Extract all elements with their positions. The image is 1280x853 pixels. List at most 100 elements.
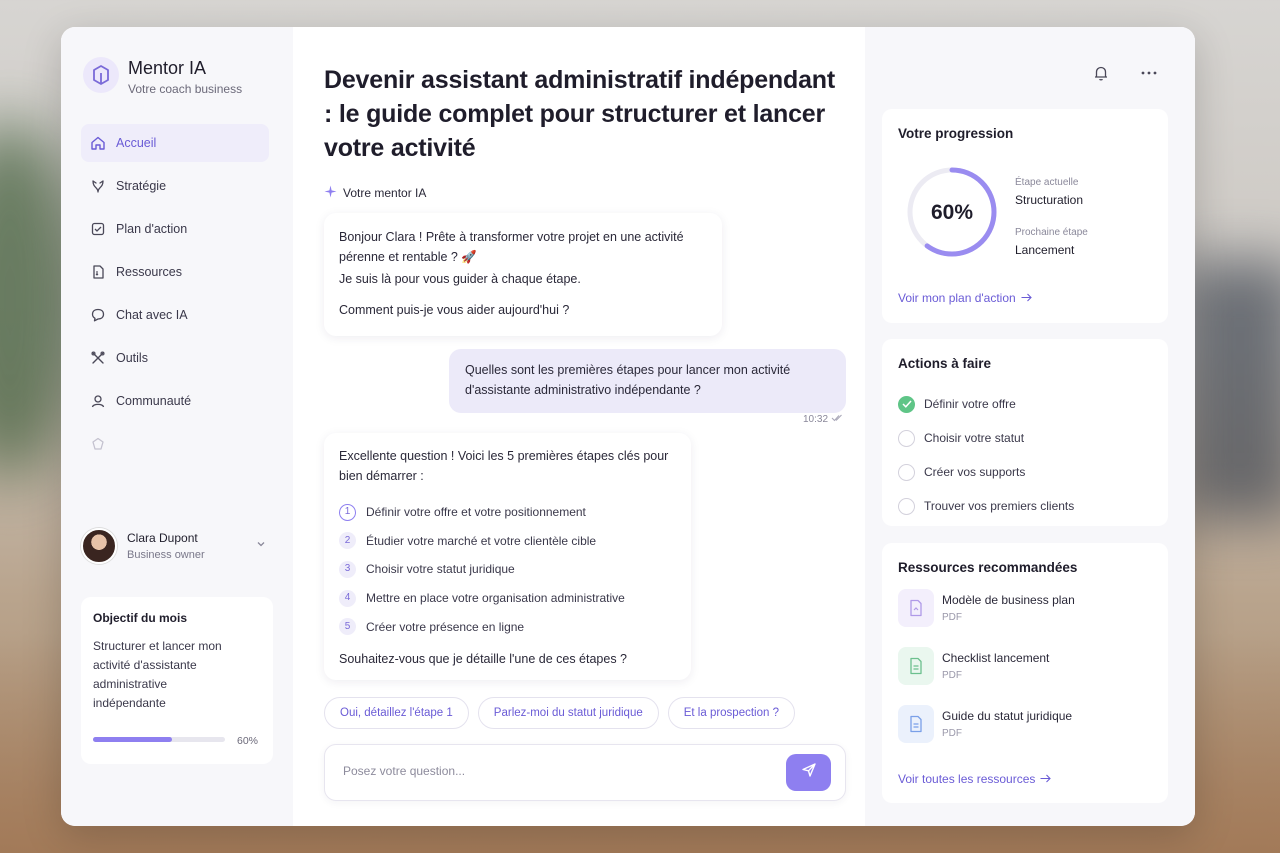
strategy-icon: [90, 178, 106, 194]
step-number: 5: [339, 618, 356, 636]
sidebar-item-label: Plan d'action: [116, 222, 188, 236]
progress-title: Votre progression: [898, 126, 1014, 141]
message-line: Bonjour Clara ! Prête à transformer votr…: [339, 230, 684, 264]
todo-text: Définir votre offre: [924, 397, 1016, 411]
list-item: 1 Définir votre offre et votre positionne…: [339, 498, 676, 527]
timestamp-text: 10:32: [803, 414, 829, 425]
sidebar-item-label: Stratégie: [116, 179, 167, 193]
sidebar-item-label: Accueil: [116, 136, 157, 150]
avatar: [81, 528, 117, 564]
answer-outro: Souhaitez-vous que je détaille l'une de …: [339, 651, 628, 666]
step-number: 1: [339, 503, 356, 521]
todo-text: Choisir votre statut: [924, 431, 1025, 445]
sidebar-item-label: Outils: [116, 351, 148, 365]
link-text: Voir mon plan d'action: [898, 291, 1016, 305]
step-text: Créer votre présence en ligne: [366, 619, 525, 634]
view-resources-link[interactable]: Voir toutes les ressources: [898, 772, 1052, 786]
link-text: Voir toutes les ressources: [898, 772, 1036, 786]
resources-card: Ressources recommandées Modèle de busine…: [882, 543, 1168, 803]
next-stage: Prochaine étape Lancement: [1015, 227, 1088, 257]
message-text: Quelles sont les premières étapes pour l…: [465, 363, 791, 397]
list-item[interactable]: Guide du statut juridique PDF: [898, 705, 1152, 763]
step-text: Mettre en place votre organisation admin…: [366, 591, 625, 606]
checkbox[interactable]: [898, 429, 915, 447]
list-item[interactable]: Checklist lancement PDF: [898, 647, 1152, 705]
goal-title: Objectif du mois: [93, 611, 188, 625]
sidebar-item-communaute[interactable]: Communauté: [81, 382, 269, 420]
user-profile[interactable]: Clara Dupont Business owner: [81, 525, 271, 567]
list-item[interactable]: Modèle de business plan PDF: [898, 589, 1152, 647]
chevron-down-icon[interactable]: [255, 537, 267, 555]
top-actions: [1089, 61, 1185, 85]
send-icon: [801, 762, 817, 783]
user-name: Clara Dupont: [127, 531, 198, 545]
page-title: Devenir assistant administratif indépend…: [324, 66, 835, 162]
checkbox-checked[interactable]: [898, 395, 915, 413]
mentor-label-text: Votre mentor IA: [343, 186, 427, 200]
step-text: Étudier votre marché et votre clientèle …: [366, 533, 597, 548]
list-item[interactable]: Définir votre offre: [898, 387, 1152, 421]
suggestion-chips: Oui, détaillez l'étape 1 Parlez-moi du s…: [324, 697, 804, 729]
current-stage: Étape actuelle Structuration: [1015, 177, 1083, 207]
suggestion-chip[interactable]: Parlez-moi du statut juridique: [477, 697, 659, 729]
resources-title: Ressources recommandées: [898, 560, 1078, 575]
document-icon: [90, 264, 106, 280]
message-line: Comment puis-je vous aider aujourd'hui ?: [339, 303, 570, 317]
suggestion-chip[interactable]: Et la prospection ?: [667, 697, 795, 729]
monthly-goal-card: Objectif du mois Structurer et lancer mo…: [81, 597, 273, 764]
checkbox[interactable]: [898, 463, 915, 481]
checkbox[interactable]: [898, 497, 915, 515]
list-item[interactable]: Créer vos supports: [898, 455, 1152, 489]
brand-title: Mentor IA: [128, 58, 207, 78]
next-stage-value: Lancement: [1015, 243, 1075, 257]
chat-input[interactable]: [343, 764, 763, 778]
read-check-icon: [831, 414, 843, 425]
progress-card: Votre progression 60% Étape actuelle Str…: [882, 109, 1168, 323]
user-role: Business owner: [127, 549, 205, 561]
step-number: 4: [339, 589, 356, 607]
sidebar-item-ressources[interactable]: Ressources: [81, 253, 269, 291]
list-item: 5 Créer votre présence en ligne: [339, 612, 676, 641]
todo-list: Définir votre offre Choisir votre statut…: [898, 387, 1152, 523]
sidebar-item-plan-action[interactable]: Plan d'action: [81, 210, 269, 248]
goal-progress-bar: [93, 737, 225, 742]
list-item[interactable]: Choisir votre statut: [898, 421, 1152, 455]
todo-text: Trouver vos premiers clients: [924, 499, 1075, 513]
checklist-file-icon: [898, 647, 934, 685]
user-message: Quelles sont les premières étapes pour l…: [449, 349, 846, 413]
sidebar-nav: Accueil Stratégie Plan d'action Ressourc…: [81, 124, 269, 468]
suggestion-chip[interactable]: Oui, détaillez l'étape 1: [324, 697, 469, 729]
goal-progress-fill: [93, 737, 173, 742]
sidebar-item-accueil[interactable]: Accueil: [81, 124, 269, 162]
sidebar-item-chat[interactable]: Chat avec IA: [81, 296, 269, 334]
todo-text: Créer vos supports: [924, 465, 1026, 479]
chat-input-box: [324, 744, 846, 801]
sidebar-item-label: Ressources: [116, 265, 182, 279]
sidebar-item-extra[interactable]: [81, 425, 269, 463]
view-plan-link[interactable]: Voir mon plan d'action: [898, 291, 1032, 305]
sidebar-item-outils[interactable]: Outils: [81, 339, 269, 377]
community-icon: [90, 393, 106, 409]
message-timestamp: 10:32: [803, 414, 843, 425]
current-stage-label: Étape actuelle: [1015, 177, 1079, 188]
arrow-right-icon: [1040, 772, 1052, 786]
more-icon[interactable]: [1137, 61, 1161, 85]
list-item: 2 Étudier votre marché et votre clientèle…: [339, 527, 676, 556]
shape-icon: [90, 436, 106, 452]
sidebar-item-strategie[interactable]: Stratégie: [81, 167, 269, 205]
app-window: Mentor IA Votre coach business Accueil S…: [61, 27, 1195, 826]
step-text: Définir votre offre et votre positionnem…: [366, 505, 586, 520]
list-item: 3 Choisir votre statut juridique: [339, 555, 676, 584]
brand-subtitle: Votre coach business: [128, 82, 243, 96]
steps-list: 1 Définir votre offre et votre positionne…: [339, 498, 676, 641]
logo-icon: [83, 57, 119, 93]
checklist-icon: [90, 221, 106, 237]
bell-icon[interactable]: [1089, 61, 1113, 85]
step-number: 3: [339, 560, 356, 578]
sidebar-item-label: Chat avec IA: [116, 308, 188, 322]
resources-list: Modèle de business plan PDF Checklist la…: [898, 589, 1152, 763]
list-item[interactable]: Trouver vos premiers clients: [898, 489, 1152, 523]
chat-main: Devenir assistant administratif indépend…: [293, 27, 865, 826]
send-button[interactable]: [786, 754, 831, 791]
next-stage-label: Prochaine étape: [1015, 227, 1088, 238]
